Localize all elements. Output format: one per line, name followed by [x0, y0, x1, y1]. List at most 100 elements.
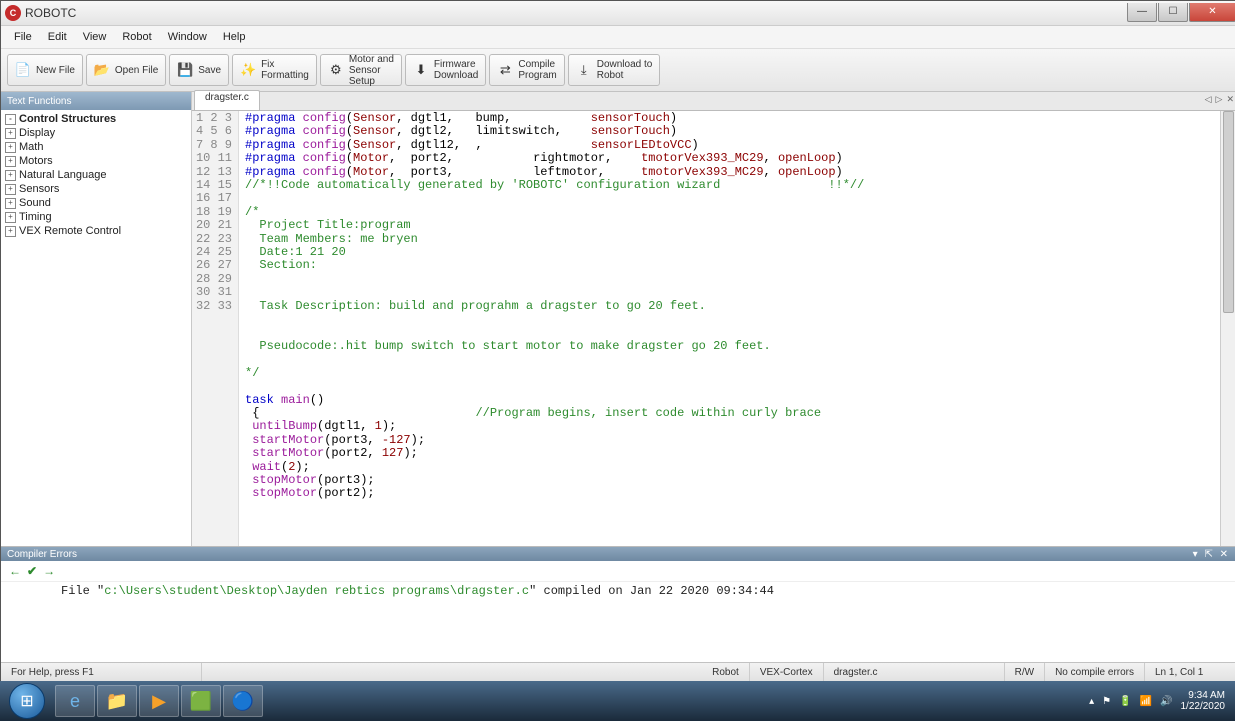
- tree-label: Sensors: [19, 183, 59, 195]
- tree-item-display[interactable]: +Display: [1, 126, 191, 140]
- tray-network-icon[interactable]: 📶: [1140, 696, 1152, 707]
- tab-file[interactable]: dragster.c: [194, 90, 260, 110]
- menu-file[interactable]: File: [7, 29, 39, 45]
- toolbar-icon: 💾: [177, 62, 193, 78]
- tray-date: 1/22/2020: [1181, 701, 1226, 713]
- status-pos: Ln 1, Col 1: [1145, 663, 1235, 681]
- tab-nav: ◁ ▷ ✕: [1205, 94, 1234, 105]
- taskbar-media-icon[interactable]: ▶: [139, 685, 179, 717]
- toolbar-new-filebutton[interactable]: 📄New File: [7, 54, 83, 86]
- toolbar-icon: ⬇: [413, 62, 429, 78]
- expand-icon[interactable]: +: [5, 212, 16, 223]
- prev-error-icon[interactable]: ←: [9, 564, 21, 578]
- status-cortex: VEX-Cortex: [750, 663, 824, 681]
- tree-label: Sound: [19, 197, 51, 209]
- toolbar-motor-and-sensor-setupbutton[interactable]: ⚙ Motor andSensorSetup: [320, 54, 402, 86]
- toolbar-label: Save: [198, 65, 221, 76]
- menu-help[interactable]: Help: [216, 29, 253, 45]
- expand-icon[interactable]: +: [5, 184, 16, 195]
- close-button[interactable]: ✕: [1189, 3, 1235, 22]
- compiler-title-text: Compiler Errors: [7, 549, 77, 560]
- status-file: dragster.c: [824, 663, 1005, 681]
- compiler-status-icons: ← ✔ →: [1, 561, 1235, 582]
- tray-up-icon[interactable]: ▴: [1089, 696, 1094, 707]
- window-title: ROBOTC: [25, 6, 1126, 20]
- minimize-button[interactable]: —: [1127, 3, 1157, 22]
- statusbar: For Help, press F1 Robot VEX-Cortex drag…: [1, 662, 1235, 681]
- menu-edit[interactable]: Edit: [41, 29, 74, 45]
- toolbar-icon: ⇄: [497, 62, 513, 78]
- toolbar-download-to-robotbutton[interactable]: ⤓Download toRobot: [568, 54, 661, 86]
- toolbar-label: New File: [36, 65, 75, 76]
- tab-close-icon[interactable]: ✕: [1226, 94, 1234, 105]
- toolbar-icon: ⚙: [328, 62, 344, 78]
- titlebar: C ROBOTC — ☐ ✕: [1, 1, 1235, 26]
- tree-item-sensors[interactable]: +Sensors: [1, 182, 191, 196]
- toolbar-label: Motor andSensorSetup: [349, 54, 394, 87]
- next-error-icon[interactable]: →: [43, 564, 55, 578]
- menubar: File Edit View Robot Window Help: [1, 26, 1235, 49]
- scroll-thumb[interactable]: [1223, 111, 1234, 313]
- expand-icon[interactable]: +: [5, 198, 16, 209]
- menu-view[interactable]: View: [76, 29, 114, 45]
- tab-next-icon[interactable]: ▷: [1216, 94, 1223, 105]
- toolbar-savebutton[interactable]: 💾 Save: [169, 54, 229, 86]
- compiled-file-path: c:\Users\student\Desktop\Jayden rebtics …: [104, 584, 529, 598]
- toolbar-label: FirmwareDownload: [434, 59, 478, 81]
- tray-clock[interactable]: 9:34 AM 1/22/2020: [1181, 690, 1226, 713]
- tray-flag-icon[interactable]: ⚑: [1102, 696, 1111, 707]
- windows-orb-icon: ⊞: [9, 683, 45, 719]
- code-editor[interactable]: 1 2 3 4 5 6 7 8 9 10 11 12 13 14 15 16 1…: [192, 111, 1235, 546]
- tree-item-vex-remote-control[interactable]: +VEX Remote Control: [1, 224, 191, 238]
- taskbar-robotc-icon[interactable]: 🟩: [181, 685, 221, 717]
- tray-battery-icon[interactable]: 🔋: [1119, 696, 1131, 707]
- code-content[interactable]: #pragma config(Sensor, dgtl1, bump, sens…: [239, 111, 1235, 546]
- taskbar-ie-icon[interactable]: e: [55, 685, 95, 717]
- tree-label: Display: [19, 127, 55, 139]
- compiler-panel: Compiler Errors ▾ ⇱ ✕ ← ✔ → File "c:\Use…: [1, 546, 1235, 662]
- ok-icon: ✔: [27, 564, 37, 578]
- tree-item-sound[interactable]: +Sound: [1, 196, 191, 210]
- taskbar-explorer-icon[interactable]: 📁: [97, 685, 137, 717]
- toolbar: 📄New File📂Open File 💾 Save ✨FixFormatting ⚙ M…: [1, 49, 1235, 92]
- status-rw: R/W: [1005, 663, 1045, 681]
- toolbar-compile-programbutton[interactable]: ⇄ CompileProgram: [489, 54, 564, 86]
- expand-icon[interactable]: +: [5, 128, 16, 139]
- start-button[interactable]: ⊞: [0, 681, 54, 721]
- tab-prev-icon[interactable]: ◁: [1205, 94, 1212, 105]
- tree-item-natural-language[interactable]: +Natural Language: [1, 168, 191, 182]
- editor-area: dragster.c ◁ ▷ ✕ 1 2 3 4 5 6 7 8 9 10 11…: [192, 92, 1235, 546]
- app-window: C ROBOTC — ☐ ✕ File Edit View Robot Wind…: [0, 0, 1235, 682]
- taskbar-chrome-icon[interactable]: 🔵: [223, 685, 263, 717]
- taskbar: ⊞ e 📁 ▶ 🟩 🔵 ▴ ⚑ 🔋 📶 🔊 9:34 AM 1/22/2020: [0, 681, 1235, 721]
- system-tray[interactable]: ▴ ⚑ 🔋 📶 🔊 9:34 AM 1/22/2020: [1079, 690, 1235, 713]
- toolbar-icon: ⤓: [576, 62, 592, 78]
- toolbar-label: CompileProgram: [518, 59, 556, 81]
- toolbar-open-filebutton[interactable]: 📂Open File: [86, 54, 166, 86]
- tree-label: VEX Remote Control: [19, 225, 121, 237]
- maximize-button[interactable]: ☐: [1158, 3, 1188, 22]
- sidebar: Text Functions -Control Structures+Displ…: [1, 92, 192, 546]
- tree-label: Math: [19, 141, 43, 153]
- expand-icon[interactable]: -: [5, 114, 16, 125]
- tree-item-math[interactable]: +Math: [1, 140, 191, 154]
- expand-icon[interactable]: +: [5, 142, 16, 153]
- tree-label: Motors: [19, 155, 53, 167]
- line-gutter: 1 2 3 4 5 6 7 8 9 10 11 12 13 14 15 16 1…: [192, 111, 239, 546]
- menu-robot[interactable]: Robot: [115, 29, 158, 45]
- tree-item-motors[interactable]: +Motors: [1, 154, 191, 168]
- tree-label: Timing: [19, 211, 52, 223]
- toolbar-icon: 📂: [94, 62, 110, 78]
- expand-icon[interactable]: +: [5, 170, 16, 181]
- tree-item-timing[interactable]: +Timing: [1, 210, 191, 224]
- expand-icon[interactable]: +: [5, 226, 16, 237]
- compiler-panel-title: Compiler Errors ▾ ⇱ ✕: [1, 547, 1235, 561]
- menu-window[interactable]: Window: [161, 29, 214, 45]
- toolbar-fix-formattingbutton[interactable]: ✨FixFormatting: [232, 54, 317, 86]
- tree-item-control-structures[interactable]: -Control Structures: [1, 112, 191, 126]
- tray-volume-icon[interactable]: 🔊: [1160, 696, 1172, 707]
- toolbar-firmware-downloadbutton[interactable]: ⬇ FirmwareDownload: [405, 54, 486, 86]
- expand-icon[interactable]: +: [5, 156, 16, 167]
- vertical-scrollbar[interactable]: [1220, 111, 1235, 546]
- panel-controls[interactable]: ▾ ⇱ ✕: [1193, 549, 1230, 560]
